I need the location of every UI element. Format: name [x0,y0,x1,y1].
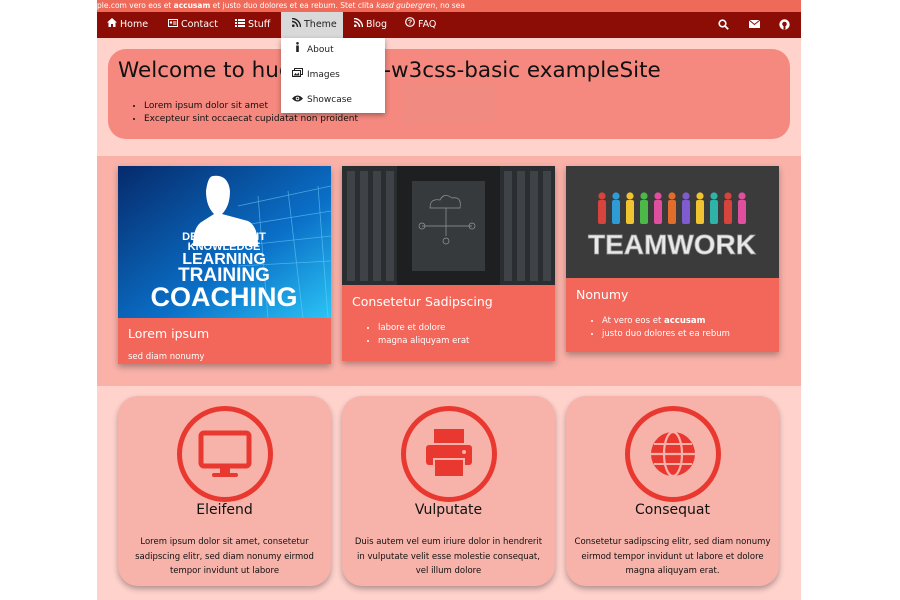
card-nonumy[interactable]: TEAMWORK Nonumy At vero eos et accusam j… [566,166,779,352]
theme-dropdown-menu: About Images Showcase [281,38,385,113]
nav-faq-label: FAQ [418,19,437,30]
feature-title: Vulputate [414,502,483,518]
ticker-text: , no sea [435,1,465,10]
globe-icon-circle [625,406,721,502]
hero-background-image [403,83,495,123]
cards-section: DEVELOPMENT KNOWLEDGE LEARNING TRAINING … [97,156,801,386]
dropdown-item-showcase[interactable]: Showcase [281,88,385,113]
feature-text: Lorem ipsum dolor sit amet, consetetur s… [135,537,314,576]
dropdown-item-images[interactable]: Images [281,63,385,88]
ticker-italic: kasd gubergren [376,1,436,10]
info-icon [292,38,302,63]
nav-stuff[interactable]: Stuff [235,12,280,38]
card-title: Consetetur Sadipscing [352,294,493,309]
image-word: TEAMWORK [588,229,756,260]
nav-home[interactable]: Home [107,12,162,38]
coaching-image: DEVELOPMENT KNOWLEDGE LEARNING TRAINING … [118,166,331,318]
home-icon [107,12,117,38]
hero-panel: Welcome to hugo-theme-w3css-basic exampl… [108,49,790,139]
question-circle-icon: ? [405,12,415,38]
page: ple.com vero eos et accusam et justo duo… [97,0,801,600]
envelope-icon[interactable] [746,12,762,38]
hero-list-item: Excepteur sint occaecat cupidatat non pr… [144,114,358,124]
card-list: At vero eos et accusam justo duo dolores… [602,316,730,342]
datacenter-image [342,166,555,285]
navbar: Home Contact Stuff Theme Blog ? FAQ [97,12,801,38]
nav-theme[interactable]: Theme [281,12,343,38]
card-text: sed diam nonumy [128,352,205,362]
github-icon[interactable] [776,12,792,38]
nav-home-label: Home [120,19,149,30]
card-list-bold: accusam [664,316,706,326]
card-list-item: labore et dolore [378,323,469,333]
card-title: Lorem ipsum [128,326,210,341]
card-list-item: magna aliquyam erat [378,336,469,346]
dropdown-item-label: About [307,45,334,55]
feature-consequat: Consequat Consetetur sadipscing elitr, s… [566,396,779,586]
card-consetetur[interactable]: Consetetur Sadipscing labore et dolore m… [342,166,555,361]
feature-text: Consetetur sadipscing elitr, sed diam no… [574,537,771,576]
dropdown-item-label: Showcase [307,95,352,105]
address-card-icon [168,12,178,38]
ticker-bar: ple.com vero eos et accusam et justo duo… [97,0,801,12]
rss-icon [291,12,301,38]
feature-eleifend: Eleifend Lorem ipsum dolor sit amet, con… [118,396,331,586]
dropdown-item-label: Images [307,70,340,80]
rss-icon [353,12,363,38]
desktop-icon [198,430,252,477]
feature-text: Duis autem vel eum iriure dolor in hendr… [354,537,543,576]
nav-contact[interactable]: Contact [168,12,225,38]
features-section: Eleifend Lorem ipsum dolor sit amet, con… [97,386,801,600]
feature-title: Consequat [635,502,710,518]
nav-faq[interactable]: ? FAQ [405,12,445,38]
card-list-item: At vero eos et accusam [602,316,730,326]
card-lorem-ipsum[interactable]: DEVELOPMENT KNOWLEDGE LEARNING TRAINING … [118,166,331,364]
card-title: Nonumy [576,287,629,302]
feature-vulputate: Vulputate Duis autem vel eum iriure dolo… [342,396,555,586]
nav-contact-label: Contact [181,19,218,30]
desktop-icon-circle [177,406,273,502]
nav-blog-label: Blog [366,19,387,30]
print-icon [426,429,472,478]
page-title: Welcome to hugo-theme-w3css-basic exampl… [118,58,661,83]
nav-stuff-label: Stuff [248,19,271,30]
nav-blog[interactable]: Blog [353,12,393,38]
ticker-text: vero eos et [126,1,174,10]
globe-icon [651,430,695,478]
images-icon [292,63,303,88]
list-icon [235,12,245,38]
card-list: labore et dolore magna aliquyam erat [378,323,469,349]
dropdown-item-about[interactable]: About [281,38,385,63]
nav-theme-label: Theme [304,19,337,30]
feature-title: Eleifend [196,502,253,518]
ticker-bold: accusam [173,1,211,10]
image-word: COACHING [151,282,298,312]
teamwork-image: TEAMWORK [566,166,779,278]
eye-icon [292,88,303,113]
svg-text:?: ? [408,20,412,27]
card-list-item: justo duo dolores et ea rebum [602,329,730,339]
ticker-text: et justo duo dolores et ea rebum. Stet c… [210,1,377,10]
print-icon-circle [401,406,497,502]
ticker-link[interactable]: ple.com [97,1,127,10]
card-list-text: At vero eos et [602,316,664,326]
search-icon[interactable] [715,12,731,38]
